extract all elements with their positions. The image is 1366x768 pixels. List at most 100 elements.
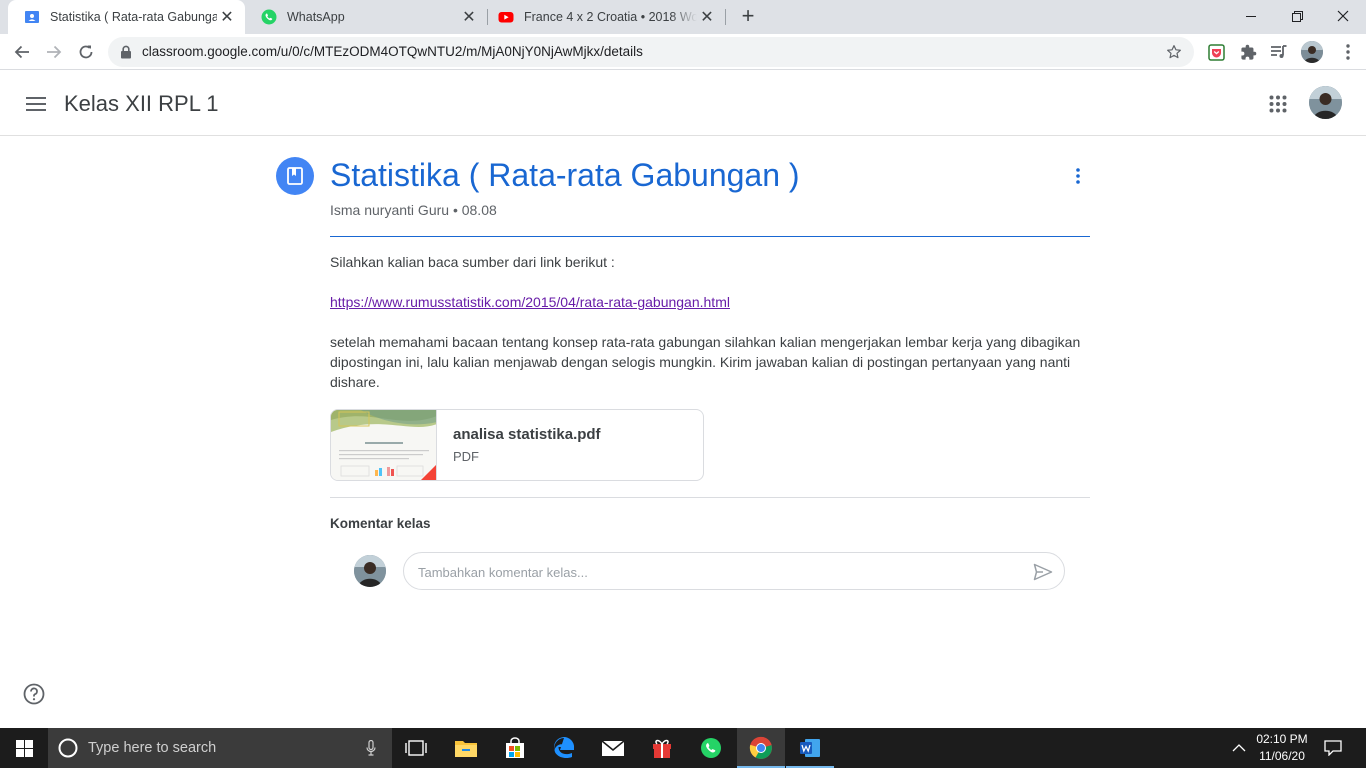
close-window-button[interactable] — [1320, 0, 1366, 32]
more-vert-icon — [1076, 168, 1080, 184]
browser-tab-strip: Statistika ( Rata-rata Gabungan ) ✕ What… — [0, 0, 1366, 34]
whatsapp-app[interactable] — [687, 728, 735, 768]
windows-taskbar: Type here to search 02:10 PM 11/06/20 — [0, 728, 1366, 768]
tab-youtube[interactable]: France 4 x 2 Croatia • 2018 World ✕ — [482, 0, 725, 34]
queue-music-icon — [1271, 45, 1287, 58]
attachment-name: analisa statistika.pdf — [453, 426, 601, 443]
bookmark-star-icon[interactable] — [1166, 44, 1182, 60]
classroom-app-bar: Kelas XII RPL 1 — [0, 71, 1366, 136]
windows-logo-icon — [15, 739, 33, 757]
chrome-menu-button[interactable] — [1337, 41, 1359, 63]
tab-title: France 4 x 2 Croatia • 2018 World — [524, 10, 697, 24]
clock-time: 02:10 PM — [1256, 732, 1308, 746]
account-avatar[interactable] — [1309, 86, 1342, 119]
address-bar[interactable]: classroom.google.com/u/0/c/MTEzODM4OTQwN… — [108, 37, 1194, 67]
commenter-avatar — [354, 555, 386, 587]
help-button[interactable] — [23, 683, 45, 705]
google-classroom-icon — [25, 11, 39, 23]
media-controls-button[interactable] — [1268, 41, 1290, 63]
extension-1-button[interactable] — [1205, 41, 1227, 63]
gift-icon — [653, 739, 671, 758]
more-vert-icon — [1346, 44, 1350, 60]
microphone-icon[interactable] — [366, 740, 376, 756]
taskbar-search-box[interactable]: Type here to search — [48, 728, 392, 768]
minimize-button[interactable] — [1228, 0, 1274, 32]
tab-title: Statistika ( Rata-rata Gabungan ) — [50, 10, 217, 24]
gift-app[interactable] — [638, 728, 686, 768]
lock-icon[interactable] — [120, 45, 132, 59]
close-tab-icon[interactable]: ✕ — [459, 7, 479, 27]
whatsapp-icon — [261, 9, 277, 25]
post-link-row: https://www.rumusstatistik.com/2015/04/r… — [330, 292, 1095, 312]
close-tab-icon[interactable]: ✕ — [217, 7, 237, 27]
close-icon — [1337, 10, 1349, 22]
close-tab-icon[interactable]: ✕ — [697, 7, 717, 27]
chrome-icon — [749, 736, 772, 759]
taskbar-clock[interactable]: 02:10 PM 11/06/20 — [1250, 731, 1314, 765]
minimize-icon — [1245, 15, 1256, 17]
forward-button[interactable] — [40, 38, 68, 66]
back-button[interactable] — [8, 38, 36, 66]
profile-photo-icon — [1301, 41, 1323, 63]
source-link[interactable]: https://www.rumusstatistik.com/2015/04/r… — [330, 294, 730, 310]
attachment-card[interactable]: analisa statistika.pdf PDF — [330, 409, 704, 481]
apps-grid-icon — [1269, 95, 1287, 113]
tab-title: WhatsApp — [287, 10, 345, 24]
restore-button[interactable] — [1274, 0, 1320, 32]
clock-date: 11/06/20 — [1259, 749, 1305, 763]
task-view-icon — [405, 740, 427, 756]
post-intro-text: Silahkan kalian baca sumber dari link be… — [330, 254, 615, 270]
whatsapp-icon — [701, 738, 721, 758]
hamburger-menu-icon — [26, 97, 46, 111]
profile-photo-icon — [354, 555, 386, 587]
google-apps-button[interactable] — [1266, 92, 1290, 116]
search-icon — [58, 738, 78, 758]
extensions-button[interactable] — [1237, 41, 1259, 63]
pdf-thumbnail — [331, 410, 437, 480]
chevron-up-icon — [1232, 744, 1246, 752]
tab-whatsapp[interactable]: WhatsApp ✕ — [245, 0, 487, 34]
profile-photo-icon — [1309, 86, 1342, 119]
new-tab-button[interactable]: + — [736, 5, 760, 29]
class-comment-input[interactable] — [418, 562, 1018, 582]
notification-icon — [1324, 740, 1342, 756]
tab-separator — [725, 9, 726, 25]
post-options-button[interactable] — [1068, 165, 1088, 187]
arrow-back-icon — [14, 45, 29, 59]
class-name[interactable]: Kelas XII RPL 1 — [64, 91, 218, 117]
folder-icon — [455, 741, 477, 757]
material-book-icon — [287, 167, 303, 185]
send-comment-button[interactable] — [1032, 562, 1054, 582]
action-center-button[interactable] — [1322, 738, 1344, 758]
show-hidden-icons-button[interactable] — [1229, 740, 1249, 756]
pdf-preview-image — [331, 410, 436, 480]
tab-statistika[interactable]: Statistika ( Rata-rata Gabungan ) ✕ — [8, 0, 245, 34]
browser-toolbar: classroom.google.com/u/0/c/MTEzODM4OTQwN… — [0, 34, 1366, 70]
microsoft-store-app[interactable] — [491, 728, 539, 768]
comments-divider — [330, 497, 1090, 498]
mail-envelope-icon — [601, 740, 625, 756]
reload-button[interactable] — [72, 38, 100, 66]
main-menu-button[interactable] — [24, 92, 48, 116]
task-view-button[interactable] — [392, 728, 440, 768]
chrome-profile-avatar[interactable] — [1301, 41, 1323, 63]
edge-browser-app[interactable] — [540, 728, 588, 768]
post-title: Statistika ( Rata-rata Gabungan ) — [330, 157, 800, 193]
help-icon — [23, 683, 45, 705]
chrome-app[interactable] — [737, 728, 785, 768]
file-explorer-app[interactable] — [442, 728, 490, 768]
post-meta: Isma nuryanti Guru • 08.08 — [330, 202, 497, 218]
class-comment-box[interactable] — [403, 552, 1065, 590]
send-icon — [1033, 563, 1053, 581]
youtube-icon — [498, 12, 514, 23]
pocket-extension-icon — [1207, 43, 1225, 61]
assignment-type-icon — [276, 157, 314, 195]
mail-app[interactable] — [589, 728, 637, 768]
puzzle-piece-icon — [1240, 44, 1256, 60]
url-text: classroom.google.com/u/0/c/MTEzODM4OTQwN… — [142, 44, 643, 59]
reload-icon — [79, 45, 93, 59]
word-app[interactable] — [786, 728, 834, 768]
post-header-divider — [330, 236, 1090, 237]
store-bag-icon — [506, 737, 524, 758]
start-button[interactable] — [0, 728, 48, 768]
